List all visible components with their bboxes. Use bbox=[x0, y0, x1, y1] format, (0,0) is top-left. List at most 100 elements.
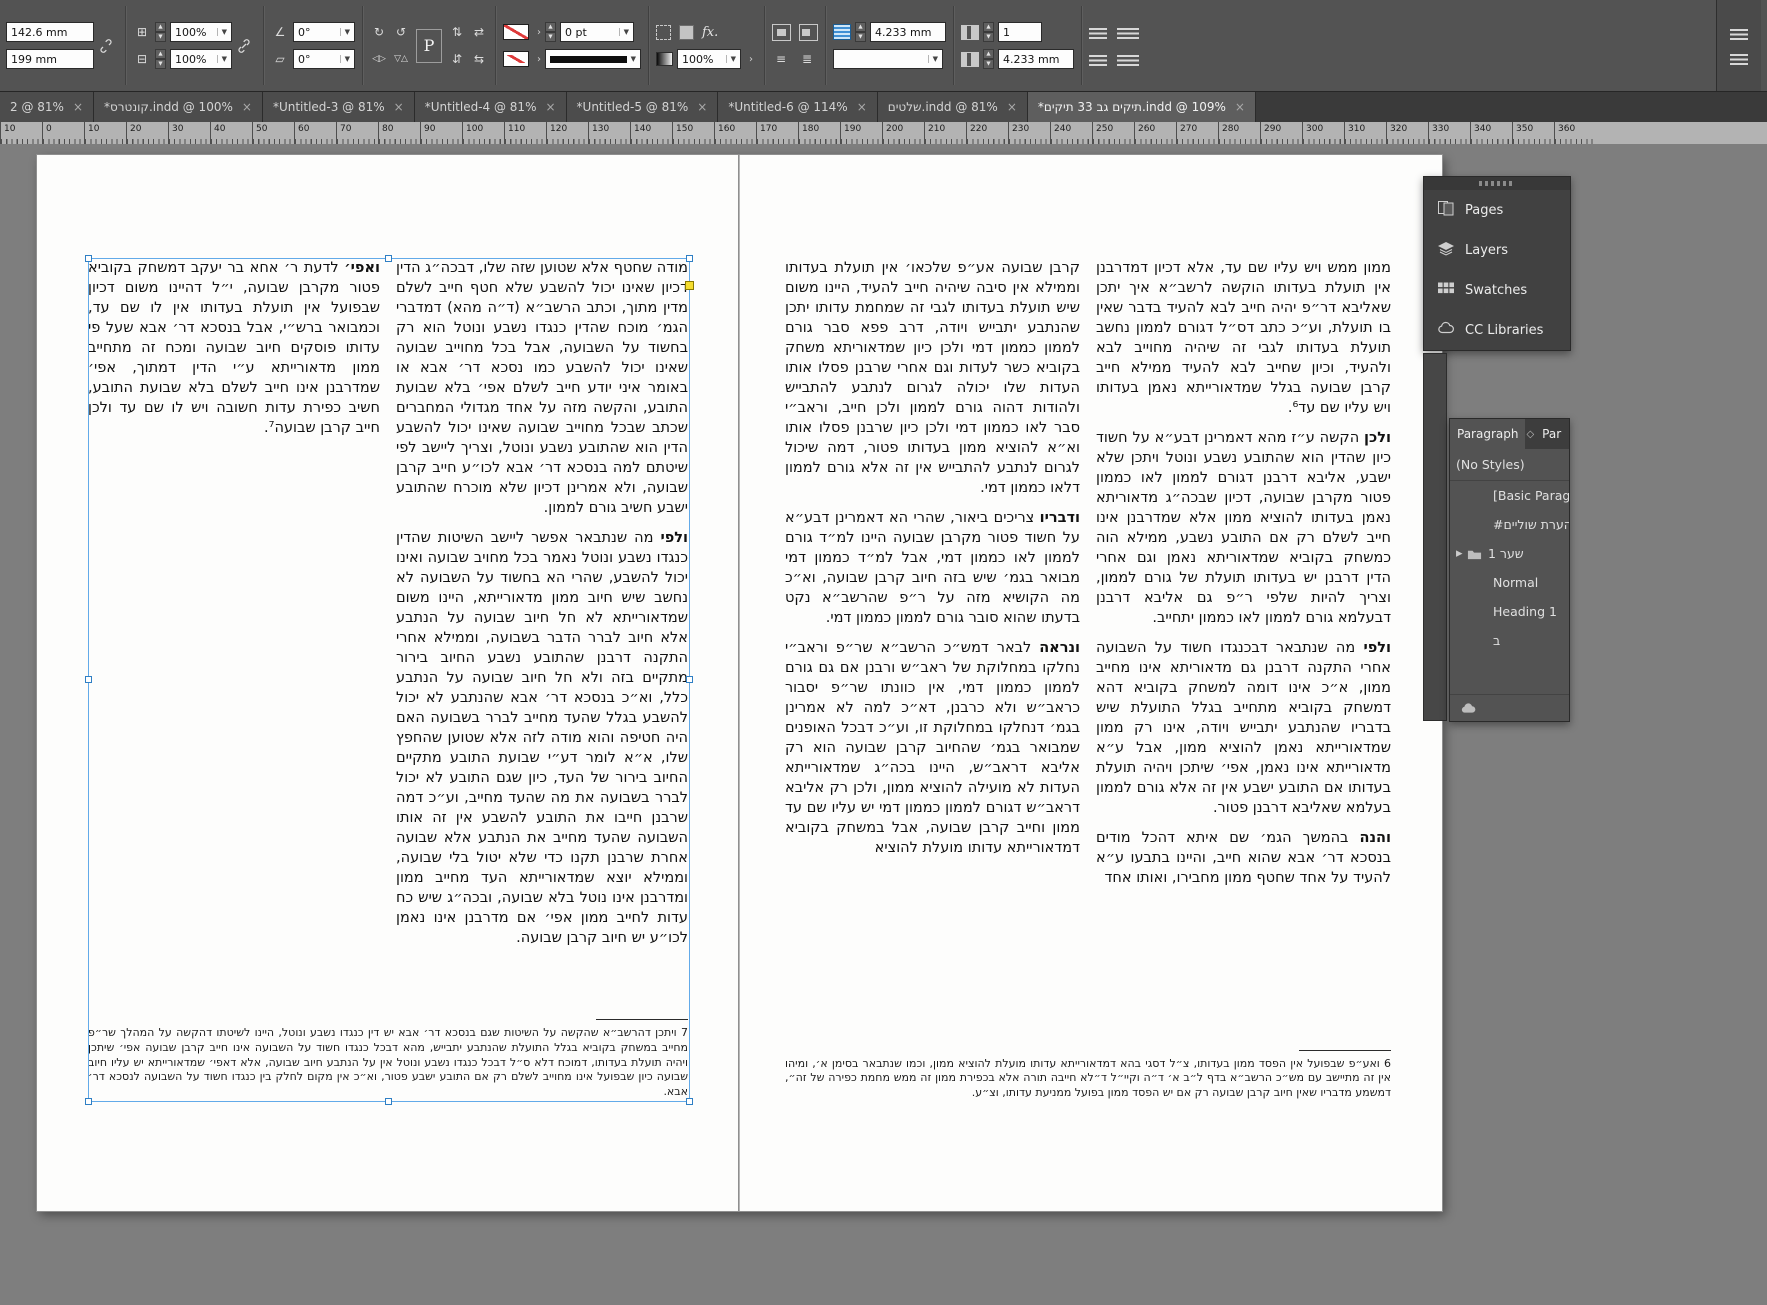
distribute-vertical-icon[interactable]: ⇅ bbox=[448, 24, 466, 40]
corner-shape-icon[interactable] bbox=[679, 24, 694, 40]
document-tab[interactable]: *Untitled-3 @ 81% × bbox=[262, 92, 415, 122]
ruler-number: 160 bbox=[714, 122, 756, 144]
tab-close-icon[interactable]: × bbox=[1235, 100, 1245, 114]
tab-close-icon[interactable]: × bbox=[394, 100, 404, 114]
left-page-text-frame[interactable]: מודה שחטף אלא שטוען שזה שלו, דבכה״ג הדין… bbox=[88, 258, 688, 1100]
tab-close-icon[interactable]: × bbox=[242, 100, 252, 114]
style-group-shaar[interactable]: ▸ שער 1 bbox=[1450, 539, 1569, 568]
flip-vertical-button[interactable]: ▽△ bbox=[392, 51, 410, 67]
tab-close-icon[interactable]: × bbox=[1007, 100, 1017, 114]
shear-angle-field[interactable]: 0° ▼ bbox=[293, 49, 355, 69]
object-style-dropdown[interactable]: ▼ bbox=[833, 49, 943, 69]
columns-stepper[interactable]: ▲ ▼ bbox=[983, 22, 994, 42]
rotate-ccw-button[interactable]: ↺ bbox=[392, 24, 410, 40]
opacity-chevron[interactable]: › bbox=[745, 49, 757, 69]
ruler-number: 180 bbox=[798, 122, 840, 144]
width-field[interactable]: 142.6 mm bbox=[6, 22, 94, 42]
corner-options-icon[interactable] bbox=[656, 24, 671, 40]
ruler-number: 230 bbox=[1008, 122, 1050, 144]
pasteboard[interactable]: מודה שחטף אלא שטוען שזה שלו, דבכה״ג הדין… bbox=[0, 144, 1767, 1305]
stroke-type-dropdown[interactable]: ▼ bbox=[545, 49, 641, 69]
align-top-icon[interactable]: ≡ bbox=[772, 51, 790, 67]
text-frame-inset-icon[interactable] bbox=[833, 24, 851, 40]
gutter-field[interactable]: 4.233 mm bbox=[998, 49, 1074, 69]
page-right[interactable]: ממון ממש ויש עליו שם עד, אלא דכיון דמדרב… bbox=[738, 154, 1443, 1212]
page-left[interactable]: מודה שחטף אלא שטוען שזה שלו, דבכה״ג הדין… bbox=[36, 154, 740, 1212]
style-row-normal[interactable]: Normal bbox=[1450, 568, 1569, 597]
columns-field[interactable]: 1 bbox=[998, 22, 1042, 42]
fill-color-swatch[interactable] bbox=[503, 24, 529, 40]
constrain-dimensions-icon[interactable] bbox=[97, 38, 115, 54]
panel-button-layers[interactable]: Layers bbox=[1424, 230, 1570, 270]
document-tab[interactable]: *Untitled-4 @ 81% × bbox=[414, 92, 567, 122]
ruler-number: 210 bbox=[924, 122, 966, 144]
paragraph: ולפי מה שנתבאר אפשר ליישב השיטות שהדין כ… bbox=[396, 530, 688, 946]
scale-x-stepper[interactable]: ▲ ▼ bbox=[155, 22, 166, 42]
style-row-basic-paragraph[interactable]: [Basic Paragraph] bbox=[1450, 481, 1569, 510]
chevron-expand-icon[interactable]: ▸ bbox=[1456, 546, 1467, 561]
ruler-number: 330 bbox=[1428, 122, 1470, 144]
align-vertical-icon[interactable]: ⇵ bbox=[448, 51, 466, 67]
document-tab[interactable]: *Untitled-5 @ 81% × bbox=[566, 92, 719, 122]
horizontal-ruler[interactable]: 10 0 10 20 30 40 50 60 70 80 90 100 110 120 130 140 150 1… bbox=[0, 122, 1767, 145]
panel-button-pages[interactable]: Pages bbox=[1424, 190, 1570, 230]
style-row-bet[interactable]: ב bbox=[1450, 626, 1569, 655]
align-bottom-icon[interactable]: ≣ bbox=[798, 51, 816, 67]
opacity-field[interactable]: 100% ▼ bbox=[677, 49, 741, 69]
panel-grip[interactable] bbox=[1424, 177, 1570, 190]
footnote-text: 7 ויתכן דהרשב״א שהקשה על השיטות שגם בנסכ… bbox=[88, 1026, 688, 1099]
tab-close-icon[interactable]: × bbox=[73, 100, 83, 114]
inset-field[interactable]: 4.233 mm bbox=[870, 22, 946, 42]
panel-button-swatches[interactable]: Swatches bbox=[1424, 270, 1570, 310]
stroke-weight-field[interactable]: 0 pt ▼ bbox=[560, 22, 634, 42]
document-tab[interactable]: *Untitled-6 @ 114% × bbox=[718, 92, 878, 122]
document-tab[interactable]: *תיקים גב 33 תיקים.indd @ 109% × bbox=[1027, 92, 1256, 122]
tab-label: *Untitled-6 @ 114% bbox=[728, 100, 848, 114]
document-tab[interactable]: *קונטרס.indd @ 100% × bbox=[94, 92, 263, 122]
tab-close-icon[interactable]: × bbox=[545, 100, 555, 114]
tab-close-icon[interactable]: × bbox=[857, 100, 867, 114]
scale-x-field[interactable]: 100% ▼ bbox=[170, 22, 232, 42]
stroke-color-chevron[interactable]: › bbox=[533, 49, 545, 69]
cloud-sync-icon[interactable] bbox=[1460, 702, 1477, 715]
paragraph-panel-icon[interactable] bbox=[1730, 26, 1748, 40]
ruler-number: 40 bbox=[210, 122, 252, 144]
text-wrap-around-icon[interactable] bbox=[799, 23, 818, 41]
style-row-no-styles[interactable]: (No Styles) bbox=[1450, 449, 1569, 481]
align-horizontal-icon[interactable]: ⇆ bbox=[470, 51, 488, 67]
stroke-weight-stepper[interactable]: ▲ ▼ bbox=[545, 22, 556, 42]
style-row-heading-1[interactable]: Heading 1 bbox=[1450, 597, 1569, 626]
tab-close-icon[interactable]: × bbox=[697, 100, 707, 114]
paragraph: ואפי׳ לדעת ר׳ אחא בר יעקב דמשחק בקוביא פ… bbox=[88, 260, 380, 436]
rotate-cw-button[interactable]: ↻ bbox=[370, 24, 388, 40]
height-field[interactable]: 199 mm bbox=[6, 49, 94, 69]
right-page-text-frame[interactable]: ממון ממש ויש עליו שם עד, אלא דכיון דמדרב… bbox=[785, 258, 1391, 1101]
document-tab[interactable]: 2 @ 81% × bbox=[0, 92, 94, 122]
paragraph-indent-icon[interactable] bbox=[1089, 52, 1107, 66]
style-row-footnote[interactable]: הערת שוליים# bbox=[1450, 510, 1569, 539]
tab-paragraph-styles[interactable]: Paragraph bbox=[1450, 419, 1526, 449]
stroke-color-swatch[interactable] bbox=[503, 51, 529, 67]
fill-color-chevron[interactable]: › bbox=[533, 22, 545, 42]
distribute-horizontal-icon[interactable]: ⇄ bbox=[470, 24, 488, 40]
character-panel-icon[interactable] bbox=[1730, 51, 1748, 65]
scale-y-field[interactable]: 100% ▼ bbox=[170, 49, 232, 69]
paragraph-justify-icon[interactable] bbox=[1089, 25, 1107, 39]
text-wrap-off-icon[interactable] bbox=[772, 23, 791, 41]
constrain-scale-link-icon[interactable] bbox=[235, 38, 253, 54]
scale-y-stepper[interactable]: ▲ ▼ bbox=[155, 49, 166, 69]
ruler-number: 110 bbox=[504, 122, 546, 144]
tab-character-styles[interactable]: Par bbox=[1535, 419, 1568, 449]
effects-button[interactable]: fx. bbox=[702, 25, 718, 40]
paragraph-align-icon[interactable] bbox=[1117, 25, 1139, 39]
document-tab[interactable]: שלטים.indd @ 81% × bbox=[877, 92, 1028, 122]
paragraph-spacing-icon[interactable] bbox=[1117, 52, 1139, 66]
ruler-number: 340 bbox=[1470, 122, 1512, 144]
dock-edge-strip bbox=[1423, 353, 1447, 721]
panel-button-cc-libraries[interactable]: CC Libraries bbox=[1424, 310, 1570, 350]
gutter-stepper[interactable]: ▲ ▼ bbox=[983, 49, 994, 69]
rotation-angle-field[interactable]: 0° ▼ bbox=[293, 22, 355, 42]
reference-point-proxy[interactable]: P bbox=[416, 28, 442, 63]
flip-horizontal-button[interactable]: ◁▷ bbox=[370, 51, 388, 67]
inset-stepper[interactable]: ▲ ▼ bbox=[855, 22, 866, 42]
